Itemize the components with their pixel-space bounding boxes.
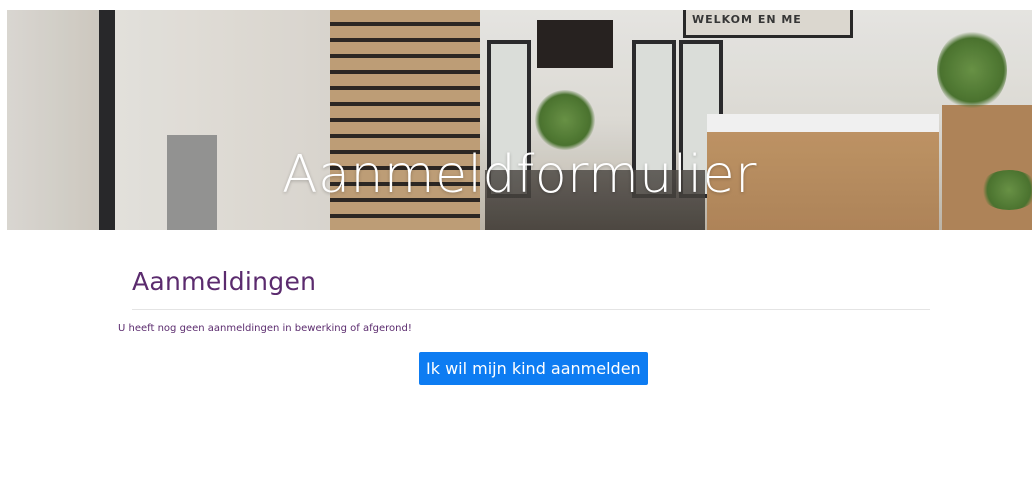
section-heading: Aanmeldingen [132, 267, 317, 296]
hero-banner: WELKOM EN ME Aanmeldformulier [7, 10, 1032, 230]
empty-state-message: U heeft nog geen aanmeldingen in bewerki… [118, 323, 412, 334]
button-container: Ik wil mijn kind aanmelden [419, 352, 648, 385]
register-child-button[interactable]: Ik wil mijn kind aanmelden [419, 352, 648, 385]
top-strip [0, 0, 1032, 10]
divider [132, 309, 930, 310]
applications-section: Aanmeldingen U heeft nog geen aanmelding… [118, 262, 930, 336]
page-title: Aanmeldformulier [282, 145, 757, 205]
